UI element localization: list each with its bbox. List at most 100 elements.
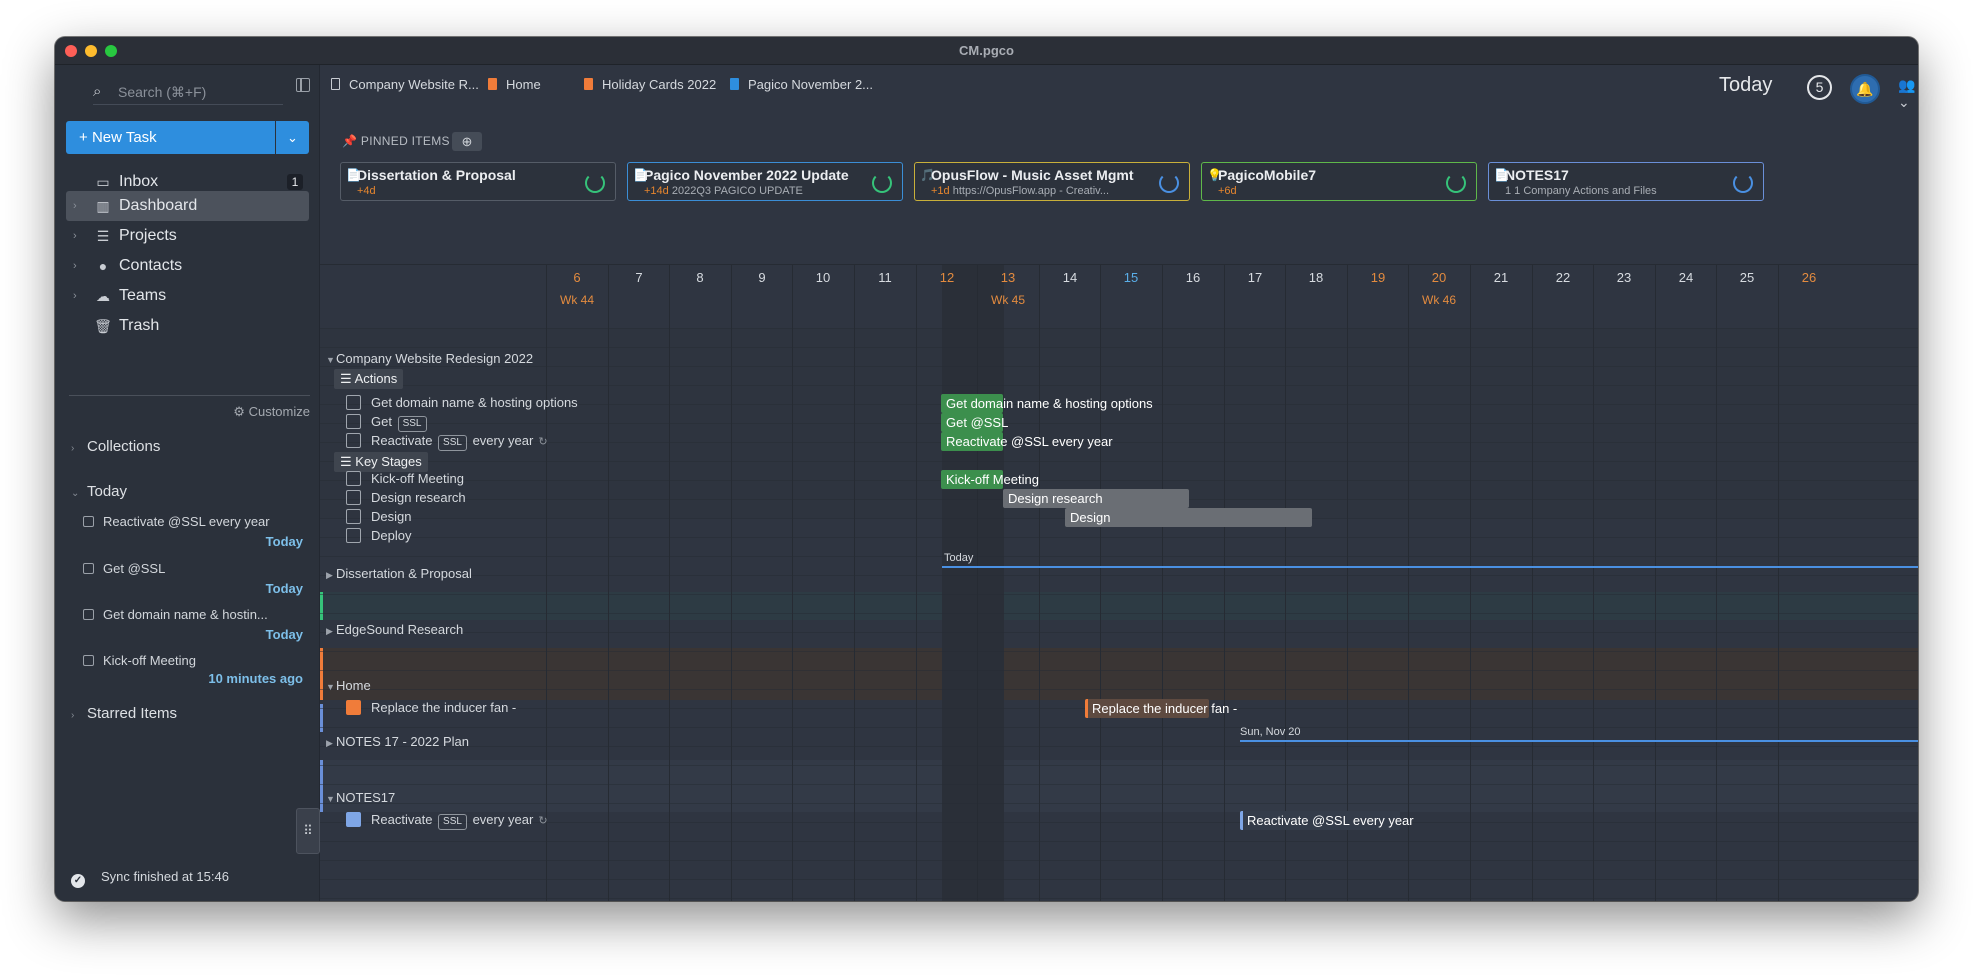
task-replace-fan[interactable]: Replace the inducer fan - [346,700,516,715]
sidebar-item-contacts[interactable]: › ● Contacts [66,251,309,281]
day-number[interactable]: 13 [977,270,1039,285]
day-number[interactable]: 11 [854,270,916,285]
add-pinned-button[interactable]: ⊕ [452,132,482,151]
triangle-down-icon[interactable]: ▼ [326,794,336,804]
task-checkbox[interactable] [83,563,94,574]
today-count-badge[interactable]: 5 [1807,75,1832,100]
task-design[interactable]: Design [346,509,411,524]
gantt-bar-design-research[interactable]: Design research [1003,489,1189,508]
customize-button[interactable]: ⚙ Customize [233,404,310,420]
day-number[interactable]: 18 [1285,270,1347,285]
today-section[interactable]: ⌄ Today [71,483,127,500]
task-checkbox[interactable] [83,655,94,666]
dissertation-range-line[interactable] [942,566,1918,568]
drag-handle-icon[interactable]: ⠿ [296,808,320,854]
tab-pagico-november[interactable]: Pagico November 2... [730,65,873,105]
task-reactivate-ssl[interactable]: Reactivate SSL every year ↻ [346,433,548,451]
pinned-card[interactable]: 📄 NOTES17 1 1 Company Actions and Files [1488,162,1764,201]
triangle-right-icon[interactable]: ▶ [326,570,336,581]
search-field[interactable]: ⌕ Search (⌘+F) [93,79,283,105]
tab-home[interactable]: Home [488,65,541,105]
ssl-tag[interactable]: SSL [438,814,467,830]
gantt-bar-design[interactable]: Design [1065,508,1312,527]
day-number[interactable]: 25 [1716,270,1778,285]
day-number[interactable]: 21 [1470,270,1532,285]
task-design-research[interactable]: Design research [346,490,466,505]
pinned-card[interactable]: 🎵 OpusFlow - Music Asset Mgmt +1d https://… [914,162,1190,201]
tab-holiday-cards[interactable]: Holiday Cards 2022 [584,65,716,105]
chevron-right-icon[interactable]: › [73,191,77,221]
gantt-bar-kickoff[interactable]: Kick-off Meeting [941,470,1039,489]
new-task-button[interactable]: + New Task [66,121,275,154]
sidebar-item-teams[interactable]: › ☁ Teams [66,281,309,311]
day-number[interactable]: 23 [1593,270,1655,285]
gantt-bar-notes-reactivate[interactable]: Reactivate @SSL every year [1240,811,1414,830]
task-get-domain[interactable]: Get domain name & hosting options [346,395,578,410]
pinned-card[interactable]: 💡 PagicoMobile7 +6d [1201,162,1477,201]
chevron-right-icon[interactable]: › [73,221,77,251]
triangle-right-icon[interactable]: ▶ [326,626,336,637]
zoom-window-button[interactable] [105,45,117,57]
day-number[interactable]: 17 [1224,270,1286,285]
project-dissertation[interactable]: ▶ Dissertation & Proposal [326,566,472,581]
collections-section[interactable]: › Collections [71,438,160,455]
project-company-website[interactable]: ▼Company Website Redesign 2022 [326,351,533,366]
day-number[interactable]: 22 [1532,270,1594,285]
task-checkbox[interactable] [346,395,361,410]
day-number[interactable]: 14 [1039,270,1101,285]
gantt-bar-get-domain[interactable]: Get domain name & hosting options [941,394,1153,413]
gantt-bar-get-ssl[interactable]: Get @SSL [941,413,1008,432]
triangle-down-icon[interactable]: ▼ [326,682,336,692]
task-checkbox[interactable] [346,471,361,486]
day-number[interactable]: 24 [1655,270,1717,285]
starred-items-section[interactable]: › Starred Items [71,705,177,722]
day-number[interactable]: 12 [916,270,978,285]
task-notes-reactivate[interactable]: Reactivate SSL every year ↻ [346,812,548,830]
ssl-tag[interactable]: SSL [438,435,467,451]
task-checkbox[interactable] [346,528,361,543]
task-checkbox[interactable] [346,490,361,505]
day-number[interactable]: 10 [792,270,854,285]
task-checkbox[interactable] [83,516,94,527]
day-number[interactable]: 26 [1778,270,1840,285]
day-number[interactable]: 15 [1100,270,1162,285]
task-checkbox[interactable] [346,812,361,827]
project-notes-plan[interactable]: ▶ NOTES 17 - 2022 Plan [326,734,469,749]
gantt-bar-replace-fan[interactable]: Replace the inducer fan - [1085,699,1237,718]
key-stages-header[interactable]: ☰ Key Stages [334,452,428,472]
triangle-right-icon[interactable]: ▶ [326,738,336,749]
task-checkbox[interactable] [83,609,94,620]
day-number[interactable]: 16 [1162,270,1224,285]
sidebar-item-trash[interactable]: 🗑 Trash [66,311,309,341]
notes-plan-range-line[interactable] [1240,740,1918,742]
chevron-right-icon[interactable]: › [73,251,77,281]
close-window-button[interactable] [65,45,77,57]
task-checkbox[interactable] [346,700,361,715]
chevron-right-icon[interactable]: › [73,281,77,311]
project-edgesound[interactable]: ▶ EdgeSound Research [326,622,463,637]
people-menu-icon[interactable]: 👥 ⌄ [1898,77,1918,111]
task-checkbox[interactable] [346,509,361,524]
project-notes17[interactable]: ▼NOTES17 [326,790,395,805]
today-button[interactable]: Today [1719,74,1772,97]
day-number[interactable]: 8 [669,270,731,285]
day-number[interactable]: 9 [731,270,793,285]
pinned-card[interactable]: 📄 Pagico November 2022 Update +14d 2022Q3 … [627,162,903,201]
minimize-window-button[interactable] [85,45,97,57]
bell-icon[interactable]: 🔔 [1850,74,1880,104]
day-number[interactable]: 7 [608,270,670,285]
pinned-card[interactable]: 📄 Dissertation & Proposal +4d [340,162,616,201]
gantt-bar-reactivate[interactable]: Reactivate @SSL every year [941,432,1113,451]
sidebar-item-dashboard[interactable]: › ▥ Dashboard [66,191,309,221]
task-get-ssl[interactable]: Get SSL [346,414,429,432]
task-checkbox[interactable] [346,414,361,429]
task-deploy[interactable]: Deploy [346,528,411,543]
day-number[interactable]: 19 [1347,270,1409,285]
sidebar-item-projects[interactable]: › ☰ Projects [66,221,309,251]
project-home[interactable]: ▼Home [326,678,371,693]
day-number[interactable]: 6 [546,270,608,285]
triangle-down-icon[interactable]: ▼ [326,355,336,365]
task-kickoff[interactable]: Kick-off Meeting [346,471,464,486]
new-task-dropdown-button[interactable]: ⌄ [276,121,309,154]
actions-header[interactable]: ☰ Actions [334,369,404,389]
